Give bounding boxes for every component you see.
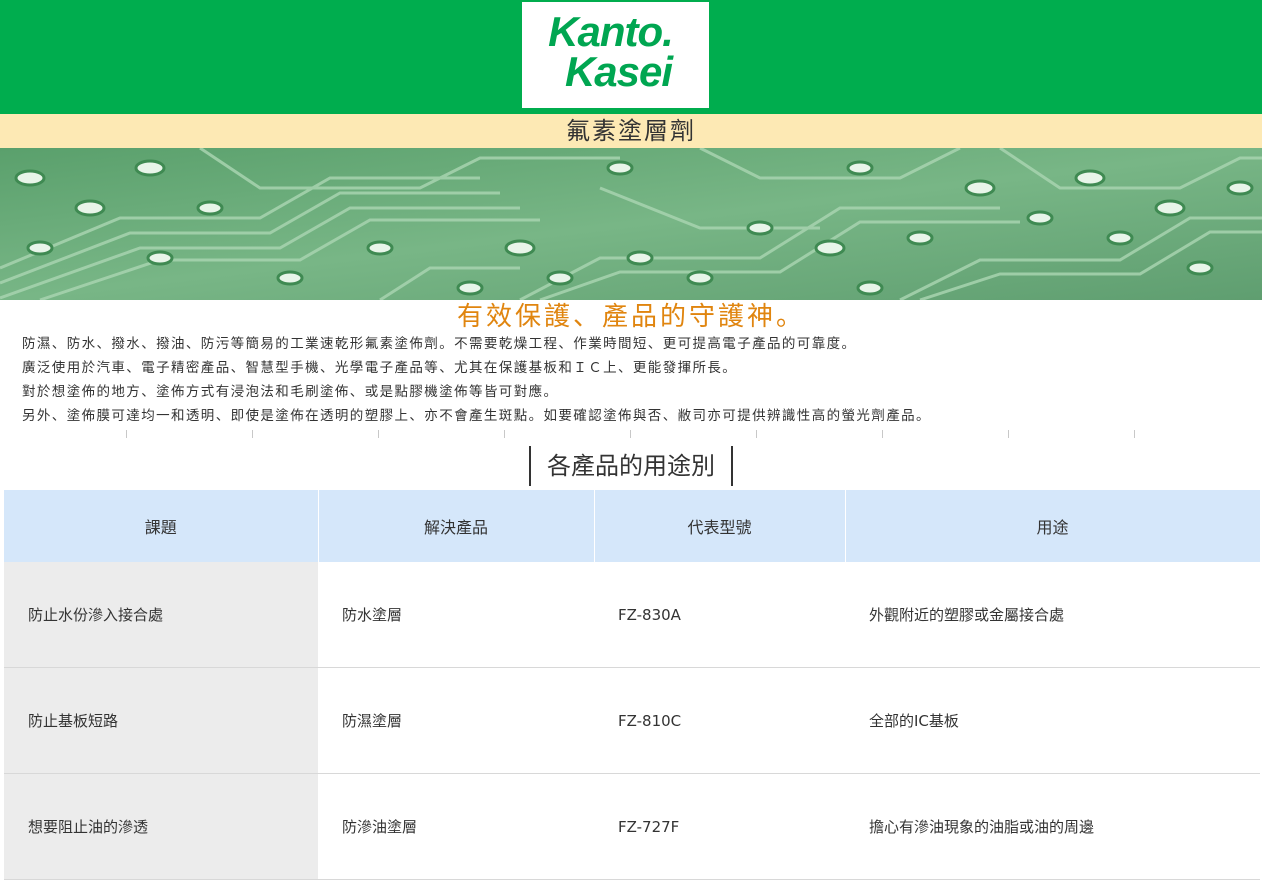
logo-line-2: Kasei <box>564 48 673 95</box>
description: 防濕、防水、撥水、撥油、防污等簡易的工業速乾形氟素塗佈劑。不需要乾燥工程、作業時… <box>0 332 1262 428</box>
cell-usage: 外觀附近的塑膠或金屬接合處 <box>845 562 1260 668</box>
cell-product: 防滲油塗層 <box>318 773 594 880</box>
cell-product: 防水塗層 <box>318 562 594 668</box>
header-solution-product: 解決產品 <box>318 490 595 562</box>
kanto-kasei-logo[interactable]: Kanto. Kasei <box>522 2 709 108</box>
header-issue: 課題 <box>4 490 319 562</box>
table-header-row: 課題 解決產品 代表型號 用途 <box>4 490 1261 562</box>
description-line: 廣泛使用於汽車、電子精密產品、智慧型手機、光學電子產品等、尤其在保護基板和ＩＣ上… <box>22 360 738 376</box>
table-row: 防止基板短路 防濕塗層 FZ-810C 全部的IC基板 <box>4 667 1260 774</box>
table-row: 想要阻止油的滲透 防滲油塗層 FZ-727F 擔心有滲油現象的油脂或油的周邊 <box>4 773 1260 880</box>
cell-model: FZ-727F <box>594 773 845 880</box>
cell-model: FZ-810C <box>594 667 845 774</box>
section-title: 各產品的用途別 <box>0 446 1262 490</box>
logo-line-1: Kanto. <box>548 8 674 55</box>
circuit-board-banner <box>0 148 1262 300</box>
description-line: 對於想塗佈的地方、塗佈方式有浸泡法和毛刷塗佈、或是點膠機塗佈等皆可對應。 <box>22 384 559 400</box>
product-usage-table: 課題 解決產品 代表型號 用途 防止水份滲入接合處 防水塗層 FZ-830A 外… <box>4 490 1261 880</box>
cell-product: 防濕塗層 <box>318 667 594 774</box>
cell-usage: 全部的IC基板 <box>845 667 1260 774</box>
header-model-number: 代表型號 <box>594 490 846 562</box>
description-line: 另外、塗佈膜可達均一和透明、即使是塗佈在透明的塑膠上、亦不會產生斑點。如要確認塗… <box>22 408 931 424</box>
header-usage: 用途 <box>845 490 1261 562</box>
section-title-text: 各產品的用途別 <box>529 446 733 486</box>
divider-ticks <box>0 428 1262 446</box>
cell-issue: 防止水份滲入接合處 <box>4 562 318 668</box>
cell-model: FZ-830A <box>594 562 845 668</box>
cell-issue: 防止基板短路 <box>4 667 318 774</box>
tagline: 有效保護、產品的守護神。 <box>456 302 805 332</box>
cell-usage: 擔心有滲油現象的油脂或油的周邊 <box>845 773 1260 880</box>
description-line: 防濕、防水、撥水、撥油、防污等簡易的工業速乾形氟素塗佈劑。不需要乾燥工程、作業時… <box>22 336 857 352</box>
page-title: 氟素塗層劑 <box>0 114 1262 148</box>
site-header: Kanto. Kasei <box>0 0 1262 114</box>
table-row: 防止水份滲入接合處 防水塗層 FZ-830A 外觀附近的塑膠或金屬接合處 <box>4 562 1260 668</box>
cell-issue: 想要阻止油的滲透 <box>4 773 318 880</box>
